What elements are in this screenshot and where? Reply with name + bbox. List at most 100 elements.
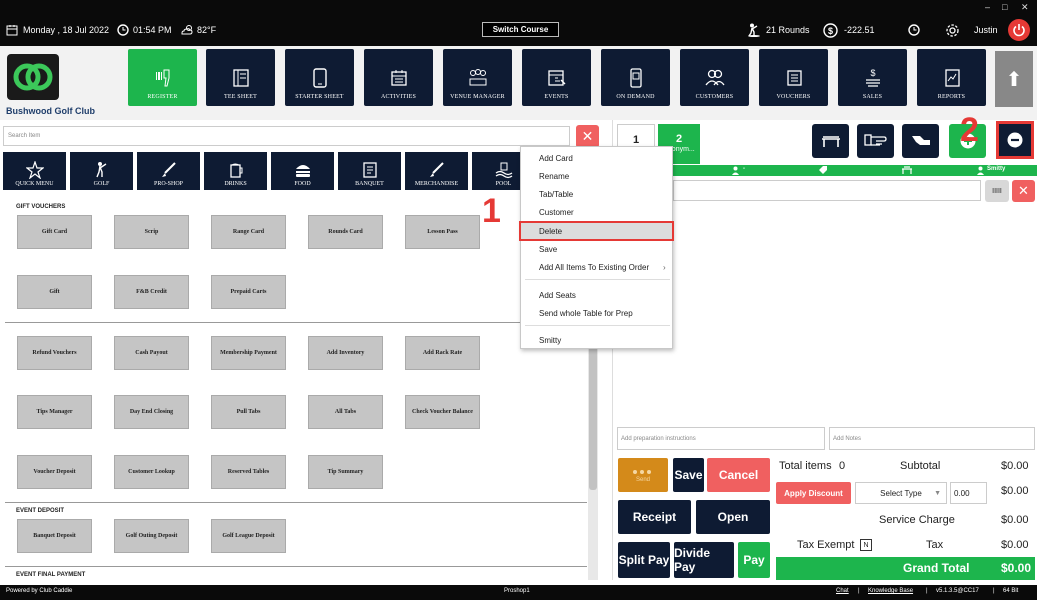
nav-tee-sheet[interactable]: TEE SHEET	[206, 49, 275, 106]
assign-button[interactable]	[902, 124, 939, 158]
category-merchandise[interactable]: MERCHANDISE	[405, 152, 468, 190]
discount-type-select[interactable]: Select Type ▼	[855, 482, 947, 504]
tile-reserved-tables[interactable]: Reserved Tables	[211, 455, 286, 489]
table-button[interactable]	[812, 124, 849, 158]
pay-button[interactable]: Pay	[738, 542, 770, 578]
tile-rounds-card[interactable]: Rounds Card	[308, 215, 383, 249]
menu-send-table-prep[interactable]: Send whole Table for Prep	[521, 305, 672, 321]
clear-search-button[interactable]: ✕	[576, 125, 599, 148]
top-bar: – □ ✕ Monday , 18 Jul 2022 01:54 PM 82°F…	[0, 0, 1037, 46]
tile-banquet-deposit[interactable]: Banquet Deposit	[17, 519, 92, 553]
hand-pointing-icon	[911, 136, 930, 145]
nav-starter-sheet[interactable]: STARTER SHEET	[285, 49, 354, 106]
open-button[interactable]: Open	[696, 500, 770, 534]
tile-scrip[interactable]: Scrip	[114, 215, 189, 249]
tile-fnb-credit[interactable]: F&B Credit	[114, 275, 189, 309]
customer-input[interactable]	[673, 180, 981, 201]
collapse-header-button[interactable]: ⬆	[995, 51, 1033, 107]
menu-rename[interactable]: Rename	[521, 168, 672, 184]
notes-input[interactable]: Add Notes	[829, 427, 1035, 450]
nav-reports[interactable]: REPORTS	[917, 49, 986, 106]
nav-register[interactable]: REGISTER	[128, 49, 197, 106]
menu-smitty[interactable]: Smitty	[521, 332, 672, 348]
tile-tips-manager[interactable]: Tips Manager	[17, 395, 92, 429]
divide-pay-button[interactable]: Divide Pay	[674, 542, 734, 578]
tile-tip-summary[interactable]: Tip Summary	[308, 455, 383, 489]
tile-membership-payment[interactable]: Membership Payment	[211, 336, 286, 370]
cancel-button[interactable]: Cancel	[707, 458, 770, 492]
tile-all-tabs[interactable]: All Tabs	[308, 395, 383, 429]
remove-order-button[interactable]	[996, 121, 1034, 159]
category-pro-shop[interactable]: PRO-SHOP	[137, 152, 200, 190]
tile-add-inventory[interactable]: Add Inventory	[308, 336, 383, 370]
search-input[interactable]: Search Item	[3, 126, 570, 146]
category-golf[interactable]: GOLF	[70, 152, 133, 190]
tile-prepaid-carts[interactable]: Prepaid Carts	[211, 275, 286, 309]
nav-venue-manager[interactable]: VENUE MANAGER	[443, 49, 512, 106]
nav-sales[interactable]: $ SALES	[838, 49, 907, 106]
save-button[interactable]: Save	[673, 458, 704, 492]
nav-events[interactable]: EVENTS	[522, 49, 591, 106]
menu-customer[interactable]: Customer	[521, 204, 672, 220]
menu-add-seats[interactable]: Add Seats	[521, 287, 672, 303]
nav-vouchers[interactable]: VOUCHERS	[759, 49, 828, 106]
nav-on-demand[interactable]: ON DEMAND	[601, 49, 670, 106]
tax-exempt-toggle[interactable]: N	[860, 539, 872, 551]
section-divider	[5, 322, 587, 323]
switch-course-button[interactable]: Switch Course	[482, 22, 559, 37]
tile-pull-tabs[interactable]: Pull Tabs	[211, 395, 286, 429]
barcode-button[interactable]: IIIII	[985, 180, 1009, 202]
settings-button[interactable]	[945, 22, 960, 38]
tile-golf-outing-deposit[interactable]: Golf Outing Deposit	[114, 519, 189, 553]
category-quick-menu[interactable]: QUICK MENU	[3, 152, 66, 190]
category-drinks[interactable]: DRINKS	[204, 152, 267, 190]
knowledge-base-link[interactable]: Knowledge Base	[868, 588, 913, 594]
tile-gift[interactable]: Gift	[17, 275, 92, 309]
nav-activities[interactable]: ACTIVITIES	[364, 49, 433, 106]
tile-day-end-closing[interactable]: Day End Closing	[114, 395, 189, 429]
menu-delete[interactable]: Delete	[519, 221, 674, 241]
logout-button[interactable]	[1008, 19, 1030, 41]
vouchers-icon	[786, 70, 802, 86]
clear-customer-button[interactable]: ✕	[1012, 180, 1035, 202]
balance-display[interactable]: $ -222.51	[823, 22, 875, 38]
close-window-button[interactable]: ✕	[1021, 2, 1029, 13]
user-name[interactable]: Justin	[974, 22, 998, 38]
tile-refund-vouchers[interactable]: Refund Vouchers	[17, 336, 92, 370]
tile-voucher-deposit[interactable]: Voucher Deposit	[17, 455, 92, 489]
apply-discount-button[interactable]: Apply Discount	[776, 482, 851, 504]
tile-range-card[interactable]: Range Card	[211, 215, 286, 249]
tile-golf-league-deposit[interactable]: Golf League Deposit	[211, 519, 286, 553]
time-clock-button[interactable]	[908, 22, 920, 38]
tablet-icon	[312, 68, 327, 88]
nav-customers[interactable]: CUSTOMERS	[680, 49, 749, 106]
maximize-button[interactable]: □	[1002, 2, 1007, 12]
category-banquet[interactable]: BANQUET	[338, 152, 401, 190]
menu-add-card[interactable]: Add Card	[521, 150, 672, 166]
station-name: Proshop1	[504, 588, 530, 594]
tile-gift-card[interactable]: Gift Card	[17, 215, 92, 249]
tile-lesson-pass[interactable]: Lesson Pass	[405, 215, 480, 249]
svg-text:$: $	[828, 26, 833, 36]
discount-value-input[interactable]: 0.00	[950, 482, 987, 504]
tile-add-rack-rate[interactable]: Add Rack Rate	[405, 336, 480, 370]
transfer-button[interactable]	[857, 124, 894, 158]
split-pay-button[interactable]: Split Pay	[618, 542, 670, 578]
minimize-button[interactable]: –	[985, 2, 990, 12]
menu-save[interactable]: Save	[521, 241, 672, 257]
tile-cash-payout[interactable]: Cash Payout	[114, 336, 189, 370]
subtotal-value: $0.00	[1001, 460, 1029, 472]
power-icon	[1013, 24, 1025, 37]
send-icon	[633, 469, 651, 474]
menu-tab-table[interactable]: Tab/Table	[521, 186, 672, 202]
tile-customer-lookup[interactable]: Customer Lookup	[114, 455, 189, 489]
date-display: Monday , 18 Jul 2022	[6, 22, 109, 38]
rounds-display[interactable]: 21 Rounds	[746, 22, 810, 38]
prep-instructions-input[interactable]: Add preparation instructions	[617, 427, 825, 450]
receipt-button[interactable]: Receipt	[618, 500, 691, 534]
chat-link[interactable]: Chat	[836, 588, 849, 594]
category-food[interactable]: FOOD	[271, 152, 334, 190]
tile-check-voucher-balance[interactable]: Check Voucher Balance	[405, 395, 480, 429]
menu-add-all-items[interactable]: Add All Items To Existing Order ›	[521, 259, 672, 275]
send-button[interactable]: Send	[618, 458, 668, 492]
